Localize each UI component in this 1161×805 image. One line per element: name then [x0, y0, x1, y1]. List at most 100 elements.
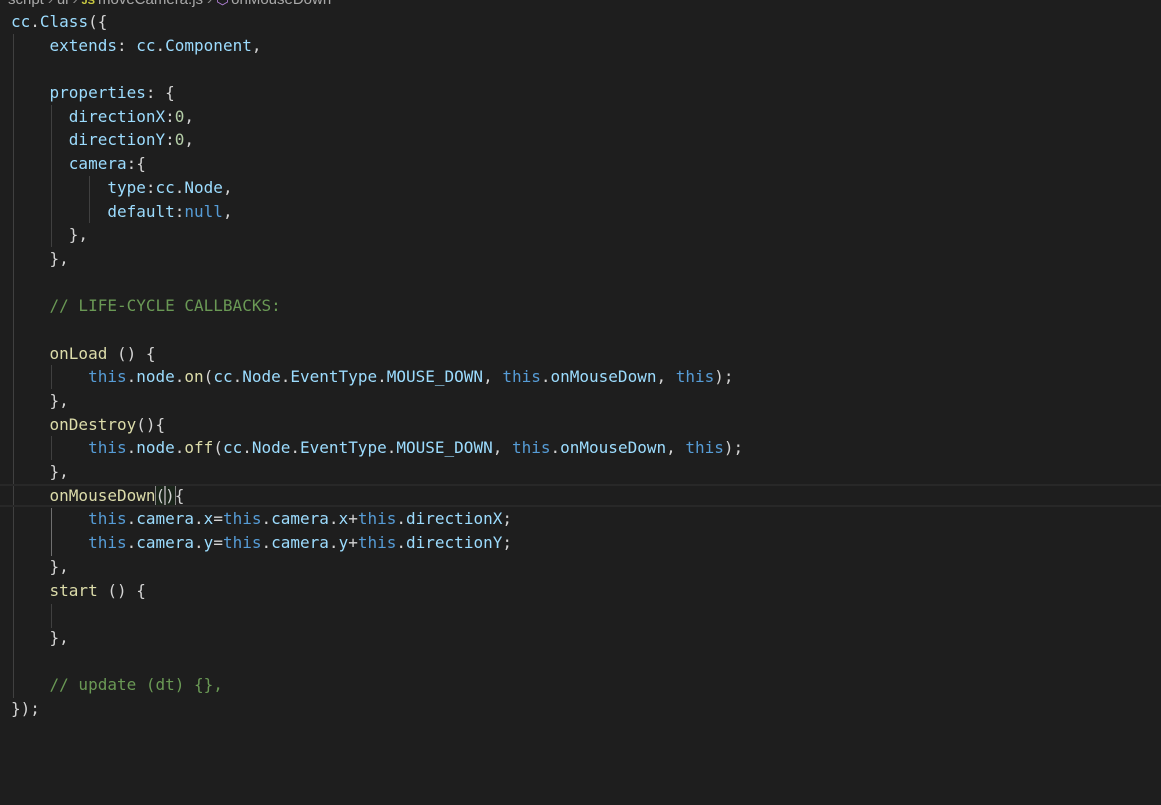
code-token: node	[136, 438, 175, 458]
matching-bracket: )	[164, 484, 176, 506]
code-token: cc	[155, 177, 175, 197]
code-line[interactable]: default:null,	[0, 200, 1161, 224]
code-editor[interactable]: script›ui›JSmoveCamera.js›⬡onMouseDown c…	[0, 0, 1161, 805]
code-token: (){	[136, 414, 166, 434]
javascript-file-icon: JS	[81, 0, 95, 7]
code-line[interactable]: onLoad () {	[0, 342, 1161, 366]
code-line[interactable]: directionX:0,	[0, 105, 1161, 129]
code-token: },	[49, 627, 69, 647]
code-line[interactable]	[0, 650, 1161, 674]
code-token: .	[126, 367, 137, 387]
code-line[interactable]: type:cc.Node,	[0, 176, 1161, 200]
code-token: .	[194, 509, 204, 529]
code-token: directionY	[406, 533, 503, 553]
code-token: type	[107, 177, 146, 197]
code-token: :	[165, 130, 175, 150]
code-token: () {	[107, 343, 156, 363]
code-token: this	[685, 438, 724, 458]
code-token: );	[723, 438, 744, 458]
code-token: :	[145, 177, 156, 197]
code-token: cc	[222, 438, 243, 458]
chevron-right-icon: ›	[69, 0, 82, 8]
code-token: MOUSE_DOWN	[386, 367, 484, 387]
code-token: default	[107, 201, 175, 221]
code-token: ,	[222, 201, 233, 221]
code-token: .	[242, 438, 252, 458]
breadcrumb-folder-script[interactable]: script	[8, 0, 44, 8]
code-token: =	[213, 533, 223, 553]
code-token: node	[136, 367, 175, 387]
code-token: .	[194, 533, 204, 553]
code-line[interactable]: this.camera.y=this.camera.y+this.directi…	[0, 531, 1161, 555]
breadcrumb-file[interactable]: moveCamera.js	[98, 0, 203, 8]
matching-bracket: (	[154, 484, 167, 506]
code-token: x	[203, 509, 214, 529]
code-token: ,	[184, 106, 195, 126]
code-line[interactable]: });	[0, 697, 1161, 721]
code-token: .	[232, 367, 243, 387]
code-token: cc	[11, 12, 31, 31]
code-token: ,	[222, 177, 233, 197]
code-line[interactable]: this.camera.x=this.camera.x+this.directi…	[0, 507, 1161, 531]
code-line[interactable]: },	[0, 247, 1161, 271]
code-lines[interactable]: cc.Class({ extends: cc.Component, proper…	[0, 10, 1161, 721]
code-line[interactable]: this.node.off(cc.Node.EventType.MOUSE_DO…	[0, 436, 1161, 460]
code-token: ;	[502, 509, 512, 529]
code-token: 0	[174, 130, 185, 150]
code-token: onMouseDown	[560, 438, 667, 458]
code-token: this	[502, 367, 541, 387]
code-token: +	[348, 533, 358, 553]
code-line[interactable]	[0, 271, 1161, 295]
code-token: :	[174, 201, 185, 221]
code-line[interactable]: extends: cc.Component,	[0, 34, 1161, 58]
code-line[interactable]: this.node.on(cc.Node.EventType.MOUSE_DOW…	[0, 365, 1161, 389]
code-line[interactable]: },	[0, 389, 1161, 413]
code-token: .	[280, 367, 291, 387]
code-token: },	[49, 556, 69, 576]
code-token: =	[213, 509, 223, 529]
code-token: ({	[88, 12, 108, 31]
code-comment: // LIFE-CYCLE CALLBACKS:	[49, 296, 281, 316]
code-line[interactable]: properties: {	[0, 81, 1161, 105]
code-token: ,	[251, 35, 262, 55]
code-line[interactable]	[0, 318, 1161, 342]
code-line[interactable]: // LIFE-CYCLE CALLBACKS:	[0, 294, 1161, 318]
code-token: .	[174, 367, 185, 387]
code-token: });	[11, 698, 40, 718]
code-token: },	[49, 248, 69, 268]
code-line[interactable]: // update (dt) {},	[0, 673, 1161, 697]
code-token: this	[357, 533, 397, 553]
code-token: ,	[492, 438, 512, 458]
code-token: },	[68, 225, 89, 245]
code-token: : {	[145, 83, 175, 103]
code-token: camera	[68, 154, 127, 174]
code-line[interactable]	[0, 57, 1161, 81]
code-line[interactable]	[0, 602, 1161, 626]
code-token: onMouseDown	[49, 485, 156, 505]
code-token: this	[357, 509, 397, 529]
current-code-line[interactable]: onMouseDown(){	[0, 483, 1161, 508]
code-line[interactable]: onDestroy(){	[0, 413, 1161, 437]
code-line[interactable]: },	[0, 626, 1161, 650]
breadcrumb-symbol[interactable]: onMouseDown	[231, 0, 331, 8]
code-line[interactable]: },	[0, 460, 1161, 484]
code-line[interactable]: },	[0, 555, 1161, 579]
code-token: },	[49, 391, 69, 410]
code-line[interactable]: },	[0, 223, 1161, 247]
code-line[interactable]: directionY:0,	[0, 128, 1161, 152]
code-token: {	[174, 485, 185, 505]
code-line[interactable]: cc.Class({	[0, 10, 1161, 34]
breadcrumb-folder-ui[interactable]: ui	[57, 0, 69, 8]
code-token: (	[213, 438, 223, 458]
code-line[interactable]: start () {	[0, 579, 1161, 603]
code-token: ,	[483, 367, 503, 387]
code-token: .	[126, 438, 137, 458]
code-token: camera	[136, 509, 195, 529]
code-token: extends	[49, 35, 117, 55]
code-line[interactable]: camera:{	[0, 152, 1161, 176]
breadcrumb: script›ui›JSmoveCamera.js›⬡onMouseDown	[8, 0, 331, 8]
code-token: .	[386, 438, 397, 458]
code-token: this	[88, 438, 127, 458]
code-token: start	[49, 580, 98, 600]
code-token: directionX	[68, 106, 166, 126]
